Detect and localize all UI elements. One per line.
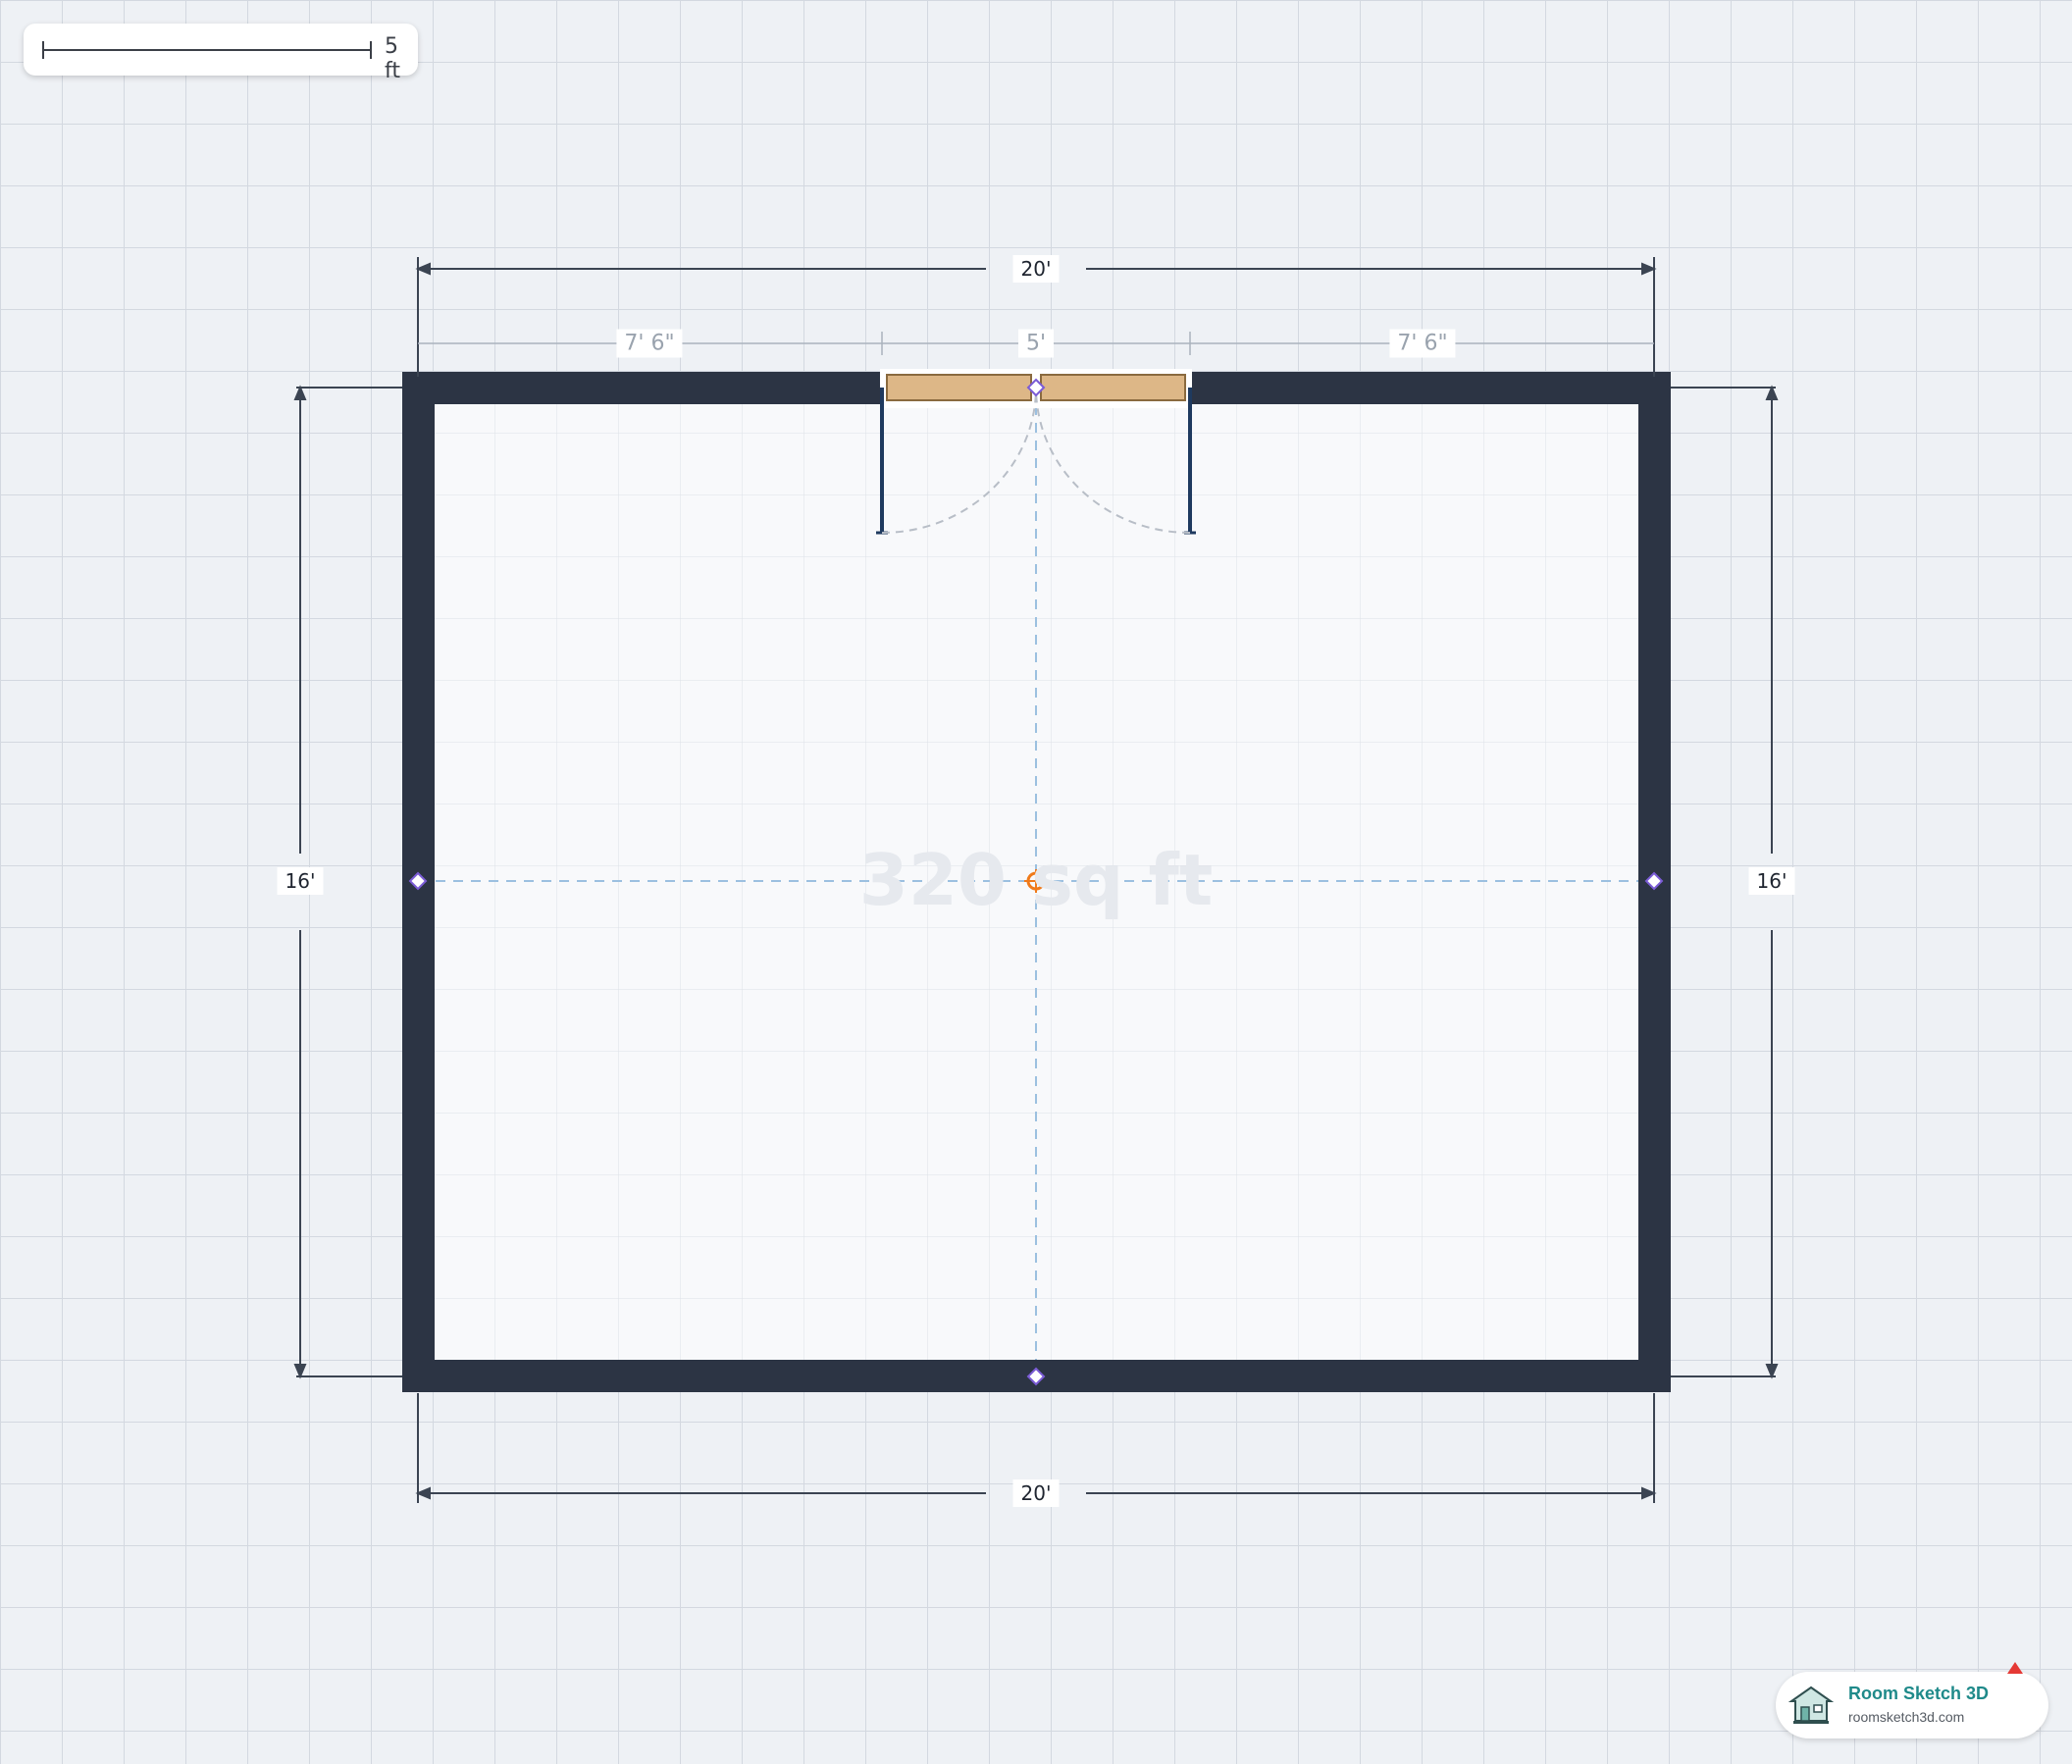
door-leaf-left[interactable] xyxy=(886,374,1032,401)
wall-top-right[interactable] xyxy=(1192,372,1671,404)
brand-url[interactable]: roomsketch3d.com xyxy=(1848,1709,1964,1725)
dim-top-width[interactable]: 20' xyxy=(1012,255,1060,283)
scale-label: 5 ft xyxy=(385,34,400,83)
brand-name: Room Sketch 3D xyxy=(1848,1684,1990,1703)
dim-door-segment[interactable]: 5' xyxy=(1017,329,1055,358)
door-leaf-right[interactable] xyxy=(1040,374,1186,401)
dim-right-height[interactable]: 16' xyxy=(1748,867,1795,895)
dim-top-right-segment[interactable]: 7' 6" xyxy=(1389,329,1456,358)
scale-line xyxy=(42,49,372,51)
brand-badge[interactable]: Room Sketch 3D roomsketch3d.com xyxy=(1776,1662,2048,1738)
wall-top-left[interactable] xyxy=(402,372,880,404)
house-logo-icon xyxy=(1787,1686,1835,1724)
room-area-label: 320 sq ft xyxy=(858,839,1214,921)
dim-left-height[interactable]: 16' xyxy=(277,867,324,895)
dim-top-left-segment[interactable]: 7' 6" xyxy=(616,329,683,358)
notification-marker-icon xyxy=(2007,1662,2023,1674)
dim-bottom-width[interactable]: 20' xyxy=(1012,1479,1060,1507)
scale-bar: 5 ft xyxy=(24,24,418,83)
